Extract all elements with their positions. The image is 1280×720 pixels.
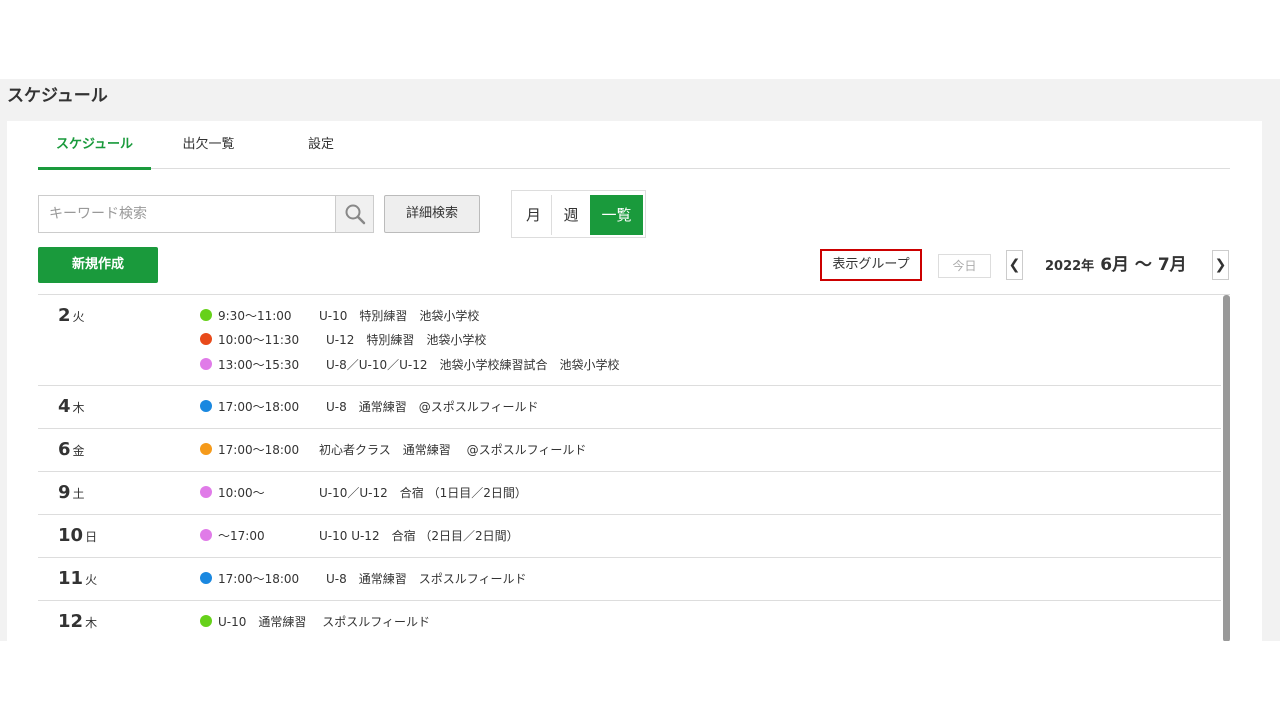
search-icon (345, 204, 365, 225)
event-time: 17:00〜18:00 (218, 572, 300, 586)
search-button[interactable] (335, 196, 373, 232)
event-time: 13:00〜15:30 (218, 358, 300, 372)
day-row: 2火 9:30〜11:00 U-10 特別練習 池袋小学校 10:00〜11:30… (38, 295, 1221, 386)
day-row: 10 日 〜17:00 U-10 U-12 合宿 （2日目／2日間） (38, 515, 1221, 558)
day-row: 11 火 17:00〜18:00 U-8 通常練習 スポスルフィールド (38, 558, 1221, 601)
tab-schedule[interactable]: スケジュール (38, 121, 151, 170)
schedule-card: スケジュール 出欠一覧 設定 詳細検索 月 週 一覧 新規作成 表示グループ 今… (7, 121, 1262, 641)
event-color-dot (200, 443, 212, 455)
today-button[interactable]: 今日 (938, 254, 991, 278)
event-item[interactable]: 〜17:00 U-10 U-12 合宿 （2日目／2日間） (200, 526, 519, 546)
schedule-app: スケジュール スケジュール 出欠一覧 設定 詳細検索 月 週 一覧 新規作成 表… (0, 79, 1280, 641)
event-item[interactable]: 17:00〜18:00 U-8 通常練習 スポスルフィールド (200, 569, 527, 589)
day-label: 10 日 (58, 525, 97, 546)
event-color-dot (200, 309, 212, 321)
prev-period-button[interactable]: ❮ (1006, 250, 1023, 280)
event-description: 初心者クラス 通常練習 @スポスルフィールド (319, 443, 587, 457)
event-color-dot (200, 400, 212, 412)
day-label: 4木 (58, 396, 85, 417)
tab-settings[interactable]: 設定 (294, 121, 348, 169)
next-period-button[interactable]: ❯ (1212, 250, 1229, 280)
search-input[interactable] (39, 196, 336, 232)
event-time: 10:00〜11:30 (218, 333, 300, 347)
search-box (38, 195, 374, 233)
day-weekday: 木 (85, 616, 98, 630)
event-item[interactable]: U-10 通常練習 スポスルフィールド (200, 612, 430, 632)
day-row: 9土 10:00〜 U-10／U-12 合宿 （1日目／2日間） (38, 472, 1221, 515)
day-row: 6金 17:00〜18:00 初心者クラス 通常練習 @スポスルフィールド (38, 429, 1221, 472)
page-title: スケジュール (7, 86, 108, 106)
view-list-button[interactable]: 一覧 (590, 195, 643, 235)
display-group-button[interactable]: 表示グループ (820, 249, 922, 281)
list-scrollbar[interactable] (1223, 295, 1230, 641)
day-label: 12 木 (58, 611, 97, 632)
event-color-dot (200, 333, 212, 345)
event-time: 9:30〜11:00 (218, 309, 292, 323)
event-time: U-10 通常練習 スポスルフィールド (218, 615, 430, 629)
event-description: U-8／U-10／U-12 池袋小学校練習試合 池袋小学校 (326, 358, 620, 372)
tab-attendance-list[interactable]: 出欠一覧 (166, 121, 251, 169)
day-number: 10 (58, 525, 84, 546)
day-number: 12 (58, 611, 84, 632)
new-schedule-button[interactable]: 新規作成 (38, 247, 158, 283)
detail-search-button[interactable]: 詳細検索 (384, 195, 480, 233)
event-color-dot (200, 486, 212, 498)
day-number: 6 (58, 439, 71, 460)
view-month-button[interactable]: 月 (516, 195, 552, 235)
tab-bar: スケジュール 出欠一覧 設定 (38, 121, 1230, 170)
event-description: U-10 U-12 合宿 （2日目／2日間） (319, 529, 519, 543)
day-weekday: 木 (72, 401, 85, 415)
day-number: 2 (58, 305, 71, 326)
day-label: 2火 (58, 305, 85, 326)
day-number: 4 (58, 396, 71, 417)
day-row: 4木 17:00〜18:00 U-8 通常練習 @スポスルフィールド (38, 386, 1221, 429)
schedule-list: 2火 9:30〜11:00 U-10 特別練習 池袋小学校 10:00〜11:30… (38, 294, 1230, 641)
date-range-year: 2022年 (1045, 259, 1095, 274)
day-label: 6金 (58, 439, 85, 460)
day-weekday: 土 (72, 487, 85, 501)
event-item[interactable]: 17:00〜18:00 初心者クラス 通常練習 @スポスルフィールド (200, 440, 586, 460)
view-week-button[interactable]: 週 (552, 195, 590, 235)
event-description: U-10 特別練習 池袋小学校 (319, 309, 480, 323)
event-description: U-8 通常練習 スポスルフィールド (326, 572, 527, 586)
event-item[interactable]: 17:00〜18:00 U-8 通常練習 @スポスルフィールド (200, 397, 539, 417)
event-description: U-8 通常練習 @スポスルフィールド (326, 400, 539, 414)
event-item[interactable]: 13:00〜15:30 U-8／U-10／U-12 池袋小学校練習試合 池袋小学校 (200, 355, 620, 375)
day-weekday: 火 (72, 310, 85, 324)
event-color-dot (200, 358, 212, 370)
day-number: 9 (58, 482, 71, 503)
event-item[interactable]: 9:30〜11:00 U-10 特別練習 池袋小学校 (200, 306, 479, 326)
event-color-dot (200, 615, 212, 627)
event-time: 10:00〜 (218, 486, 265, 500)
chevron-right-icon: ❯ (1214, 257, 1227, 273)
chevron-left-icon: ❮ (1008, 257, 1021, 273)
day-weekday: 金 (72, 444, 85, 458)
event-description: U-12 特別練習 池袋小学校 (326, 333, 487, 347)
day-weekday: 日 (85, 530, 98, 544)
view-mode-toggle: 月 週 一覧 (511, 190, 646, 238)
day-number: 11 (58, 568, 84, 589)
event-item[interactable]: 10:00〜11:30 U-12 特別練習 池袋小学校 (200, 330, 486, 350)
event-time: 〜17:00 (218, 529, 265, 543)
day-label: 9土 (58, 482, 85, 503)
event-time: 17:00〜18:00 (218, 400, 300, 414)
day-label: 11 火 (58, 568, 97, 589)
day-row: 12 木 U-10 通常練習 スポスルフィールド (38, 601, 1221, 641)
event-time: 17:00〜18:00 (218, 443, 300, 457)
date-range-months: 6月 〜 7月 (1100, 255, 1187, 275)
event-color-dot (200, 572, 212, 584)
event-description: U-10／U-12 合宿 （1日目／2日間） (319, 486, 527, 500)
day-weekday: 火 (85, 573, 98, 587)
event-item[interactable]: 10:00〜 U-10／U-12 合宿 （1日目／2日間） (200, 483, 527, 503)
event-color-dot (200, 529, 212, 541)
date-range-label: 2022年 6月 〜 7月 (1045, 250, 1187, 280)
